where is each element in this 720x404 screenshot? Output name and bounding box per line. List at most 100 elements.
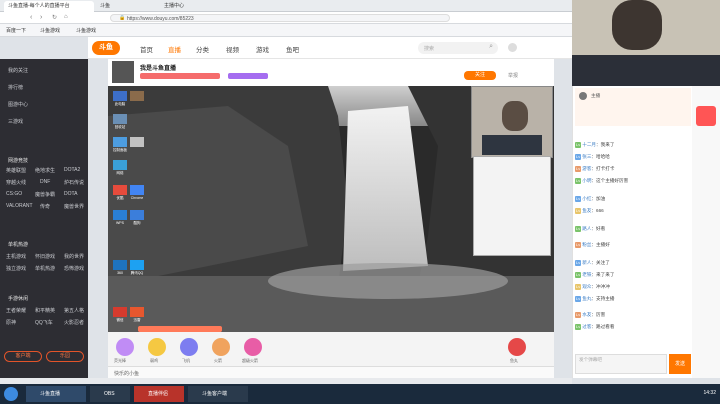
sidebar-category[interactable]: 恐怖游戏 <box>64 265 84 272</box>
level-badge: Lv <box>575 312 582 318</box>
bookmark-item[interactable]: 百度一下 <box>6 27 26 34</box>
bookmark-item[interactable]: 斗鱼游戏 <box>76 27 96 34</box>
nav-fishbar[interactable]: 鱼吧 <box>286 44 299 54</box>
avatar[interactable] <box>508 43 517 52</box>
back-icon[interactable]: ‹ <box>30 14 32 21</box>
taskbar-item[interactable]: 斗鱼直播 <box>26 386 86 402</box>
chat-nick[interactable]: 小明 <box>582 178 591 183</box>
streamer-avatar[interactable] <box>112 61 134 83</box>
reload-icon[interactable]: ↻ <box>52 14 57 21</box>
sidebar-category[interactable]: 英雄联盟 <box>6 167 26 174</box>
sidebar-category[interactable]: DNF <box>40 179 50 185</box>
sidebar-category[interactable]: 传奇 <box>40 203 50 210</box>
sidebar-category[interactable]: 单机热游 <box>35 265 55 272</box>
sidebar-category[interactable]: 穿越火线 <box>6 179 26 186</box>
chat-nick[interactable]: 老铁 <box>582 272 591 277</box>
chat-nick[interactable]: 路人 <box>582 226 591 231</box>
desktop-icon-recycle[interactable] <box>113 114 127 124</box>
gift-fishball-icon[interactable] <box>508 338 526 356</box>
sidebar-category[interactable]: 独立游戏 <box>6 265 26 272</box>
url-input[interactable]: 🔒 https://www.douyu.com/85223 <box>110 14 450 22</box>
chat-nick[interactable]: 过客 <box>582 324 591 329</box>
home-icon[interactable]: ⌂ <box>64 14 68 20</box>
desktop-icon-app[interactable] <box>113 260 127 270</box>
sidebar-item-follow[interactable]: 我的关注 <box>8 67 28 74</box>
search-input[interactable]: 搜索 ⌕ <box>418 42 498 54</box>
chat-nick[interactable]: 新人 <box>582 260 591 265</box>
sidebar-category[interactable]: VALORANT <box>6 203 33 209</box>
taskbar-item[interactable]: 斗鱼客户端 <box>188 386 248 402</box>
chat-input[interactable]: 发个弹幕吧 <box>575 354 667 374</box>
streamer-figure <box>502 101 528 131</box>
desktop-icon-folder[interactable] <box>130 91 144 101</box>
desktop-icon-computer[interactable] <box>113 91 127 101</box>
desktop-icon-app[interactable] <box>130 307 144 317</box>
app-window[interactable] <box>473 156 551 256</box>
sidebar-category[interactable]: 王者荣耀 <box>6 307 26 314</box>
sidebar-item-games[interactable]: 三游戏 <box>8 118 23 125</box>
gift-super-rocket-icon[interactable] <box>244 338 262 356</box>
follow-button[interactable]: 关注 <box>464 71 496 80</box>
desktop-icon-app[interactable] <box>113 185 127 195</box>
chat-nick[interactable]: 十二月 <box>582 142 596 147</box>
gift-chicken-icon[interactable] <box>148 338 166 356</box>
sidebar-category[interactable]: CS:GO <box>6 191 22 197</box>
sidebar-item-rank[interactable]: 排行榜 <box>8 84 23 91</box>
search-icon[interactable]: ⌕ <box>489 43 493 51</box>
chrome-icon[interactable] <box>130 185 144 195</box>
chat-nick[interactable]: 水友 <box>582 312 591 317</box>
client-button[interactable]: 客户端 <box>4 351 42 362</box>
sidebar-item-game-center[interactable]: 图游中心 <box>8 101 28 108</box>
sidebar-category[interactable]: 魔兽世界 <box>64 203 84 210</box>
browser-tab[interactable]: 主播中心 <box>160 1 220 12</box>
forward-icon[interactable]: › <box>40 14 42 21</box>
park-button[interactable]: 乐园 <box>46 351 84 362</box>
sidebar-category[interactable]: 我的世界 <box>64 253 84 260</box>
sidebar-category[interactable]: 主机游戏 <box>6 253 26 260</box>
sidebar-category[interactable]: DOTA2 <box>64 167 80 173</box>
desktop-icon-control-panel[interactable] <box>113 137 127 147</box>
sidebar-category[interactable]: 魔兽争霸 <box>35 191 55 198</box>
gift-rocket-icon[interactable] <box>212 338 230 356</box>
report-link[interactable]: 举报 <box>508 72 518 79</box>
send-button[interactable]: 发送 <box>669 354 691 374</box>
sidebar-category[interactable]: 绝地求生 <box>35 167 55 174</box>
desktop-icon-app[interactable] <box>130 210 144 220</box>
desktop-icon-app[interactable] <box>130 260 144 270</box>
browser-tab[interactable]: 斗鱼直播-每个人的直播平台 <box>4 1 94 12</box>
chat-nick[interactable]: 粉丝 <box>582 242 591 247</box>
chat-nick[interactable]: 观众 <box>582 284 591 289</box>
sidebar-category[interactable]: 炉石传说 <box>64 179 84 186</box>
desktop-icon-network[interactable] <box>113 160 127 170</box>
nav-video[interactable]: 视频 <box>226 44 239 54</box>
chat-nick[interactable]: 游客 <box>582 166 591 171</box>
gift-glowstick-icon[interactable] <box>116 338 134 356</box>
sidebar-category[interactable]: 第五人格 <box>64 307 84 314</box>
chat-nick[interactable]: 张三 <box>582 154 591 159</box>
sidebar-category[interactable]: QQ飞车 <box>35 319 53 326</box>
sidebar-category[interactable]: 怀旧游戏 <box>35 253 55 260</box>
douyu-logo[interactable]: 斗鱼 <box>92 41 120 55</box>
chat-nick[interactable]: 鱼友 <box>582 208 591 213</box>
bookmark-item[interactable]: 斗鱼游戏 <box>40 27 60 34</box>
nav-game[interactable]: 游戏 <box>256 44 269 54</box>
desktop-icon-app[interactable] <box>113 307 127 317</box>
sidebar-category[interactable]: 原神 <box>6 319 16 326</box>
nav-live[interactable]: 直播 <box>168 44 181 54</box>
browser-tab[interactable]: 斗鱼 <box>96 1 156 12</box>
taskbar-item[interactable]: 直播伴侣 <box>134 386 184 402</box>
gift-plane-icon[interactable] <box>180 338 198 356</box>
sidebar-category[interactable]: 火影忍者 <box>64 319 84 326</box>
taskbar-item[interactable]: OBS <box>90 386 130 402</box>
sidebar-category[interactable]: DOTA <box>64 191 78 197</box>
red-envelope-icon[interactable] <box>696 106 716 126</box>
start-button-icon[interactable] <box>4 387 18 401</box>
chat-nick[interactable]: 鱼丸 <box>582 296 591 301</box>
nav-category[interactable]: 分类 <box>196 44 209 54</box>
desktop-icon-app[interactable] <box>113 210 127 220</box>
video-player[interactable]: 此电脑 回收站 控制面板 网络 优酷 WPS 360 微信 Chrome 酷狗 … <box>108 86 554 332</box>
chat-nick[interactable]: 小红 <box>582 196 591 201</box>
sidebar-category[interactable]: 和平精英 <box>35 307 55 314</box>
desktop-icon-file[interactable] <box>130 137 144 147</box>
nav-home[interactable]: 首页 <box>140 44 153 54</box>
